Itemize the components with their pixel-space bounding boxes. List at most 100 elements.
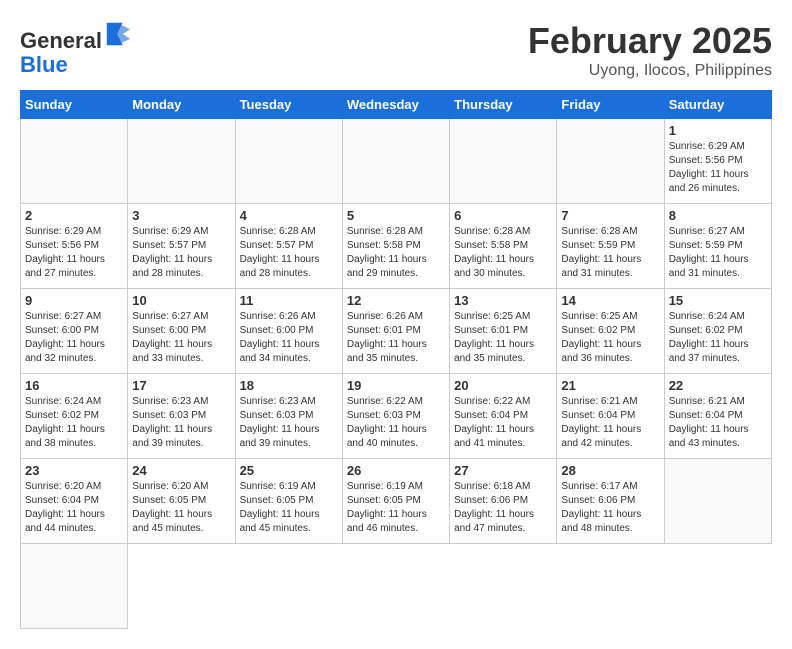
calendar-cell: 15Sunrise: 6:24 AM Sunset: 6:02 PM Dayli… (664, 289, 771, 374)
day-number: 9 (25, 293, 123, 308)
calendar-cell: 18Sunrise: 6:23 AM Sunset: 6:03 PM Dayli… (235, 374, 342, 459)
day-info: Sunrise: 6:29 AM Sunset: 5:56 PM Dayligh… (25, 225, 123, 281)
day-info: Sunrise: 6:25 AM Sunset: 6:01 PM Dayligh… (454, 310, 552, 366)
calendar-cell: 10 Sunrise: 6:27 AM Sunset: 6:00 PM Dayli… (128, 289, 235, 374)
day-number: 17 (132, 378, 230, 393)
day-info: Sunrise: 6:18 AM Sunset: 6:06 PM Dayligh… (454, 480, 552, 536)
day-info: Sunrise: 6:20 AM Sunset: 6:04 PM Dayligh… (25, 480, 123, 536)
calendar-cell: 5 Sunrise: 6:28 AM Sunset: 5:58 PM Daylig… (342, 204, 449, 289)
day-number: 3 (132, 208, 230, 223)
subtitle: Uyong, Ilocos, Philippines (528, 62, 772, 80)
day-info: Sunrise: 6:28 AM Sunset: 5:59 PM Dayligh… (561, 225, 659, 281)
calendar-cell (21, 119, 128, 204)
day-number: 14 (561, 293, 659, 308)
calendar-row-4: 23 Sunrise: 6:20 AM Sunset: 6:04 PM Dayli… (21, 459, 772, 544)
calendar-cell (342, 119, 449, 204)
day-number: 4 (240, 208, 338, 223)
day-number: 25 (240, 463, 338, 478)
day-info: Sunrise: 6:27 AM Sunset: 5:59 PM Dayligh… (669, 225, 767, 281)
day-info: Sunrise: 6:23 AM Sunset: 6:03 PM Dayligh… (240, 395, 338, 451)
day-info: Sunrise: 6:28 AM Sunset: 5:58 PM Dayligh… (347, 225, 445, 281)
main-title: February 2025 (528, 20, 772, 62)
day-number: 15 (669, 293, 767, 308)
calendar-cell (21, 544, 128, 629)
day-number: 7 (561, 208, 659, 223)
calendar-cell (128, 119, 235, 204)
calendar-cell: 9 Sunrise: 6:27 AM Sunset: 6:00 PM Daylig… (21, 289, 128, 374)
calendar-cell: 2 Sunrise: 6:29 AM Sunset: 5:56 PM Daylig… (21, 204, 128, 289)
day-number: 26 (347, 463, 445, 478)
calendar-cell (557, 119, 664, 204)
weekday-header-friday: Friday (557, 91, 664, 119)
day-info: Sunrise: 6:17 AM Sunset: 6:06 PM Dayligh… (561, 480, 659, 536)
calendar-cell: 14Sunrise: 6:25 AM Sunset: 6:02 PM Dayli… (557, 289, 664, 374)
day-info: Sunrise: 6:28 AM Sunset: 5:57 PM Dayligh… (240, 225, 338, 281)
calendar-cell: 26 Sunrise: 6:19 AM Sunset: 6:05 PM Dayli… (342, 459, 449, 544)
calendar-body: 1Sunrise: 6:29 AM Sunset: 5:56 PM Daylig… (21, 119, 772, 629)
weekday-header-wednesday: Wednesday (342, 91, 449, 119)
day-info: Sunrise: 6:21 AM Sunset: 6:04 PM Dayligh… (561, 395, 659, 451)
day-number: 11 (240, 293, 338, 308)
day-info: Sunrise: 6:26 AM Sunset: 6:01 PM Dayligh… (347, 310, 445, 366)
calendar-row-0: 1Sunrise: 6:29 AM Sunset: 5:56 PM Daylig… (21, 119, 772, 204)
calendar-cell: 4 Sunrise: 6:28 AM Sunset: 5:57 PM Daylig… (235, 204, 342, 289)
day-info: Sunrise: 6:20 AM Sunset: 6:05 PM Dayligh… (132, 480, 230, 536)
calendar-cell: 16 Sunrise: 6:24 AM Sunset: 6:02 PM Dayli… (21, 374, 128, 459)
day-number: 27 (454, 463, 552, 478)
calendar-cell: 11 Sunrise: 6:26 AM Sunset: 6:00 PM Dayli… (235, 289, 342, 374)
day-number: 2 (25, 208, 123, 223)
calendar-cell: 7 Sunrise: 6:28 AM Sunset: 5:59 PM Daylig… (557, 204, 664, 289)
day-info: Sunrise: 6:29 AM Sunset: 5:56 PM Dayligh… (669, 140, 767, 196)
day-info: Sunrise: 6:23 AM Sunset: 6:03 PM Dayligh… (132, 395, 230, 451)
day-info: Sunrise: 6:27 AM Sunset: 6:00 PM Dayligh… (132, 310, 230, 366)
day-number: 20 (454, 378, 552, 393)
day-info: Sunrise: 6:29 AM Sunset: 5:57 PM Dayligh… (132, 225, 230, 281)
day-number: 6 (454, 208, 552, 223)
day-number: 19 (347, 378, 445, 393)
day-info: Sunrise: 6:19 AM Sunset: 6:05 PM Dayligh… (347, 480, 445, 536)
weekday-header-sunday: Sunday (21, 91, 128, 119)
calendar-cell: 1Sunrise: 6:29 AM Sunset: 5:56 PM Daylig… (664, 119, 771, 204)
day-info: Sunrise: 6:21 AM Sunset: 6:04 PM Dayligh… (669, 395, 767, 451)
logo-blue-text: Blue (20, 52, 68, 77)
calendar-cell: 22 Sunrise: 6:21 AM Sunset: 6:04 PM Dayli… (664, 374, 771, 459)
calendar-row-5 (21, 544, 772, 629)
calendar-row-2: 9 Sunrise: 6:27 AM Sunset: 6:00 PM Daylig… (21, 289, 772, 374)
calendar-cell: 24 Sunrise: 6:20 AM Sunset: 6:05 PM Dayli… (128, 459, 235, 544)
calendar: SundayMondayTuesdayWednesdayThursdayFrid… (20, 90, 772, 629)
logo-general-text: General (20, 28, 102, 53)
calendar-cell: 17 Sunrise: 6:23 AM Sunset: 6:03 PM Dayli… (128, 374, 235, 459)
weekday-header-tuesday: Tuesday (235, 91, 342, 119)
day-number: 22 (669, 378, 767, 393)
weekday-header-monday: Monday (128, 91, 235, 119)
calendar-cell: 23 Sunrise: 6:20 AM Sunset: 6:04 PM Dayli… (21, 459, 128, 544)
calendar-cell: 25 Sunrise: 6:19 AM Sunset: 6:05 PM Dayli… (235, 459, 342, 544)
day-number: 13 (454, 293, 552, 308)
calendar-cell: 12 Sunrise: 6:26 AM Sunset: 6:01 PM Dayli… (342, 289, 449, 374)
weekday-header-saturday: Saturday (664, 91, 771, 119)
calendar-cell: 19Sunrise: 6:22 AM Sunset: 6:03 PM Dayli… (342, 374, 449, 459)
calendar-cell (664, 459, 771, 544)
day-info: Sunrise: 6:19 AM Sunset: 6:05 PM Dayligh… (240, 480, 338, 536)
day-number: 8 (669, 208, 767, 223)
day-number: 5 (347, 208, 445, 223)
day-number: 10 (132, 293, 230, 308)
calendar-cell: 3 Sunrise: 6:29 AM Sunset: 5:57 PM Daylig… (128, 204, 235, 289)
calendar-cell: 21Sunrise: 6:21 AM Sunset: 6:04 PM Dayli… (557, 374, 664, 459)
day-number: 24 (132, 463, 230, 478)
calendar-cell: 13 Sunrise: 6:25 AM Sunset: 6:01 PM Dayli… (450, 289, 557, 374)
day-number: 23 (25, 463, 123, 478)
calendar-cell (235, 119, 342, 204)
day-number: 28 (561, 463, 659, 478)
calendar-cell: 27 Sunrise: 6:18 AM Sunset: 6:06 PM Dayli… (450, 459, 557, 544)
calendar-cell: 28 Sunrise: 6:17 AM Sunset: 6:06 PM Dayli… (557, 459, 664, 544)
logo: General Blue (20, 20, 132, 77)
day-info: Sunrise: 6:28 AM Sunset: 5:58 PM Dayligh… (454, 225, 552, 281)
day-info: Sunrise: 6:27 AM Sunset: 6:00 PM Dayligh… (25, 310, 123, 366)
day-number: 12 (347, 293, 445, 308)
day-info: Sunrise: 6:24 AM Sunset: 6:02 PM Dayligh… (25, 395, 123, 451)
day-info: Sunrise: 6:26 AM Sunset: 6:00 PM Dayligh… (240, 310, 338, 366)
weekday-header-thursday: Thursday (450, 91, 557, 119)
calendar-cell: 6 Sunrise: 6:28 AM Sunset: 5:58 PM Daylig… (450, 204, 557, 289)
day-number: 16 (25, 378, 123, 393)
